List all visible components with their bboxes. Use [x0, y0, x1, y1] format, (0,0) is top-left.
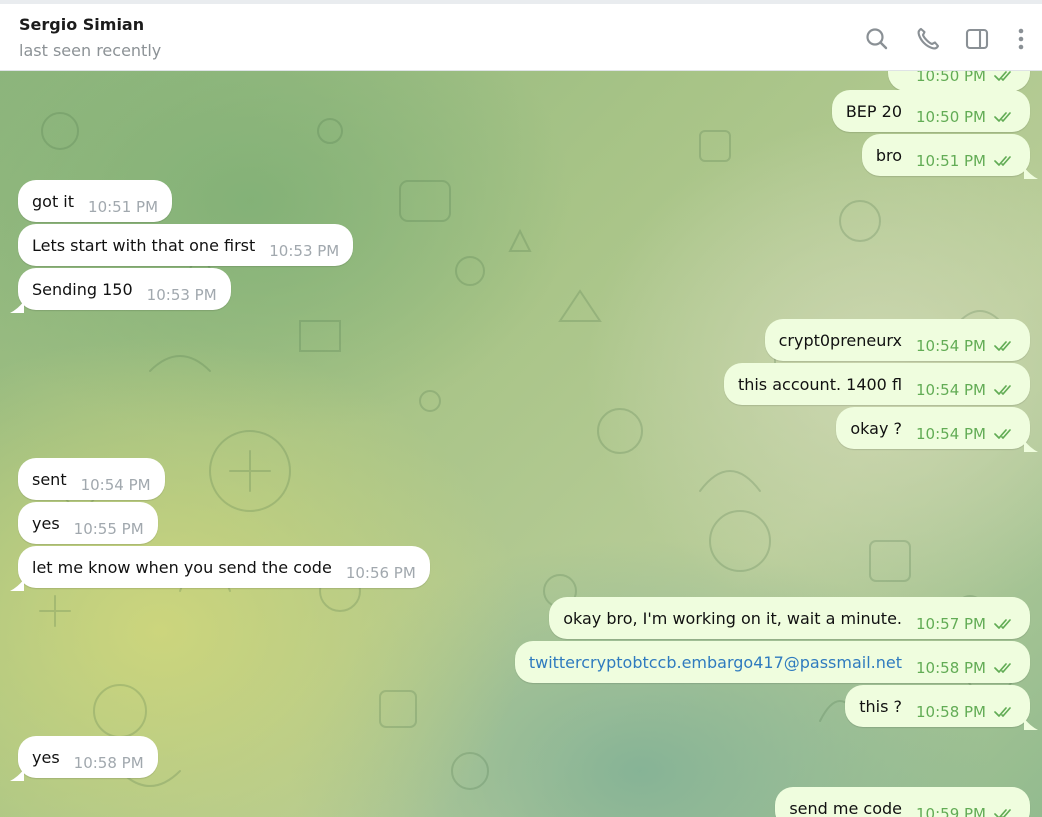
message-text: okay ?: [850, 418, 903, 438]
incoming-bubble-tail: [10, 766, 24, 785]
incoming-message-bubble[interactable]: Lets start with that one first 10:53 PM: [18, 224, 354, 266]
double-check-icon: [994, 618, 1016, 630]
message-time: 10:56 PM: [345, 564, 416, 582]
message-time: 10:57 PM: [916, 615, 986, 633]
contact-status: last seen recently: [19, 41, 162, 60]
incoming-message-bubble[interactable]: got it 10:51 PM: [18, 180, 173, 222]
outgoing-message-bubble[interactable]: send me code 10:59 PM: [775, 787, 1030, 817]
message-time: 10:50 PM: [916, 71, 986, 85]
message-text: yes: [32, 747, 60, 767]
message-text: BEP 20: [845, 101, 903, 121]
incoming-bubble-tail: [10, 576, 24, 595]
double-check-icon: [994, 155, 1016, 167]
message-time: 10:54 PM: [916, 425, 986, 443]
double-check-icon: [994, 662, 1016, 674]
double-check-icon: [994, 340, 1016, 352]
message-text: got it: [32, 191, 75, 211]
message-time: 10:58 PM: [916, 659, 986, 677]
message-text: let me know when you send the code: [32, 557, 332, 577]
more-vertical-icon[interactable]: [1006, 24, 1036, 54]
outgoing-message-bubble[interactable]: okay bro, I'm working on it, wait a minu…: [549, 597, 1030, 639]
message-time: 10:55 PM: [73, 520, 144, 538]
message-time: 10:54 PM: [80, 476, 151, 494]
incoming-bubble-tail: [10, 298, 24, 317]
outgoing-message-bubble[interactable]: this account. 1400 fl 10:54 PM: [723, 363, 1030, 405]
double-check-icon: [994, 808, 1016, 817]
chat-background: 10:50 PM BEP 20 10:50 PM bro 10:51 PM got it 1…: [0, 71, 1042, 817]
message-time: 10:53 PM: [269, 242, 340, 260]
outgoing-message-bubble[interactable]: bro 10:51 PM: [861, 134, 1030, 176]
phone-icon[interactable]: [913, 24, 943, 54]
double-check-icon: [994, 71, 1016, 82]
incoming-message-bubble[interactable]: Sending 150 10:53 PM: [18, 268, 231, 310]
message-text: Lets start with that one first: [32, 235, 256, 255]
outgoing-message-bubble[interactable]: 10:50 PM: [888, 71, 1030, 91]
double-check-icon: [994, 706, 1016, 718]
message-text: crypt0preneurx: [778, 330, 903, 350]
incoming-message-bubble[interactable]: yes 10:58 PM: [18, 736, 158, 778]
message-link[interactable]: twittercryptobtccb.embargo417@passmail.n…: [529, 653, 902, 672]
outgoing-message-bubble[interactable]: crypt0preneurx 10:54 PM: [764, 319, 1030, 361]
message-text: yes: [32, 513, 60, 533]
incoming-message-bubble[interactable]: let me know when you send the code 10:56 …: [18, 546, 430, 588]
outgoing-message-bubble[interactable]: okay ? 10:54 PM: [836, 407, 1030, 449]
message-time: 10:51 PM: [916, 152, 986, 170]
message-time: 10:51 PM: [88, 198, 159, 216]
message-text: okay bro, I'm working on it, wait a minu…: [563, 608, 903, 628]
message-text: send me code: [789, 798, 903, 817]
double-check-icon: [994, 384, 1016, 396]
incoming-message-bubble[interactable]: sent 10:54 PM: [18, 458, 165, 500]
chat-header: Sergio Simian last seen recently: [0, 4, 1042, 71]
message-time: 10:50 PM: [916, 108, 986, 126]
outgoing-message-bubble[interactable]: this ? 10:58 PM: [845, 685, 1030, 727]
message-text: bro: [875, 145, 903, 165]
message-time: 10:54 PM: [916, 337, 986, 355]
incoming-message-bubble[interactable]: yes 10:55 PM: [18, 502, 158, 544]
message-time: 10:58 PM: [916, 703, 986, 721]
message-text: Sending 150: [32, 279, 133, 299]
message-time: 10:58 PM: [73, 754, 144, 772]
double-check-icon: [994, 428, 1016, 440]
sidebar-toggle-icon[interactable]: [962, 24, 992, 54]
message-text: this ?: [859, 696, 903, 716]
outgoing-bubble-tail: [1024, 715, 1038, 734]
outgoing-bubble-tail: [1024, 164, 1038, 183]
message-time: 10:54 PM: [916, 381, 986, 399]
message-text: this account. 1400 fl: [737, 374, 903, 394]
outgoing-message-bubble[interactable]: twittercryptobtccb.embargo417@passmail.n…: [514, 641, 1030, 683]
outgoing-bubble-tail: [1024, 437, 1038, 456]
message-text: sent: [32, 469, 67, 489]
double-check-icon: [994, 111, 1016, 123]
contact-name[interactable]: Sergio Simian: [19, 15, 144, 34]
search-icon[interactable]: [862, 24, 892, 54]
message-time: 10:59 PM: [916, 805, 986, 817]
outgoing-message-bubble[interactable]: BEP 20 10:50 PM: [831, 90, 1030, 132]
message-time: 10:53 PM: [146, 286, 217, 304]
